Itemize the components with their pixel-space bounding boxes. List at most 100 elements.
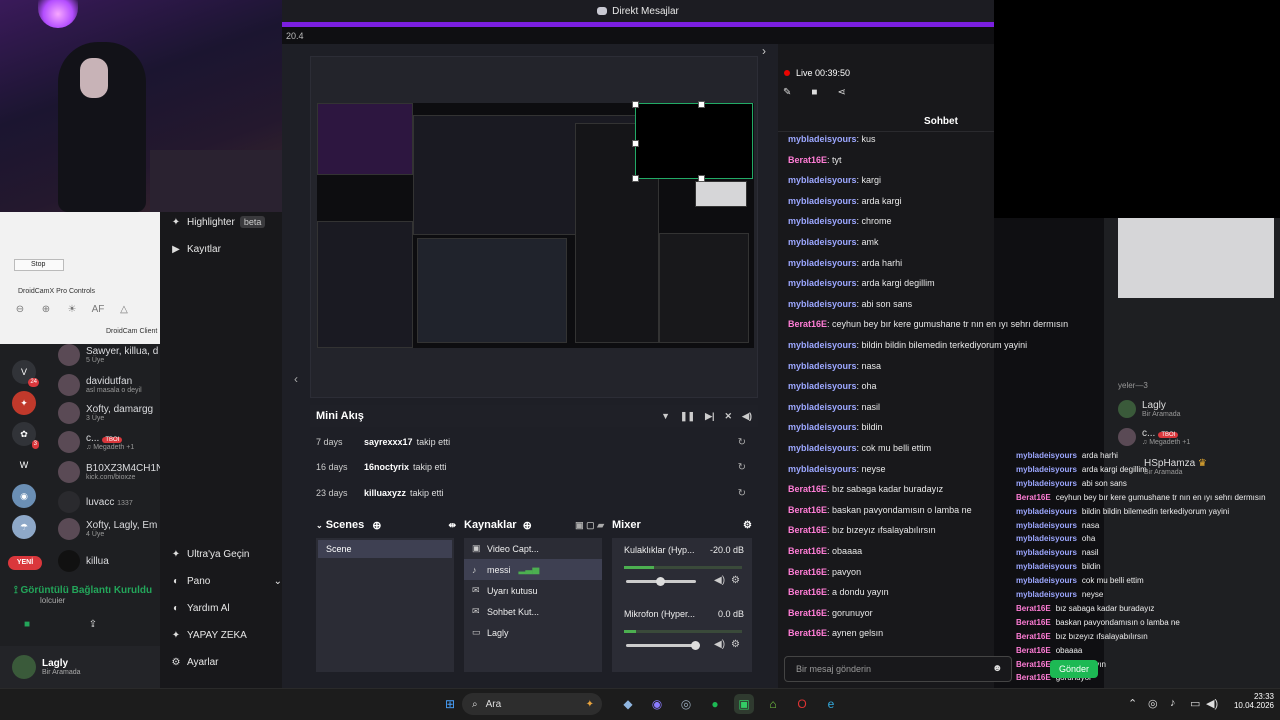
scene-item[interactable]: Scene	[318, 540, 452, 558]
replay-icon[interactable]: ↻	[738, 437, 746, 448]
camera-icon[interactable]: ■	[14, 616, 40, 634]
server-icon[interactable]: W	[12, 453, 36, 477]
volume-slider[interactable]	[626, 577, 696, 586]
chat-username[interactable]: mybladeisyours	[788, 299, 857, 309]
emoji-icon[interactable]: ☻	[992, 663, 1003, 674]
nav-help[interactable]: ◐ Yardım Al	[170, 603, 230, 614]
slider-knob[interactable]	[656, 577, 665, 586]
dm-item[interactable]: Sawyer, killua, d5 Üye	[58, 344, 158, 366]
gear-icon[interactable]: ⚙	[731, 575, 740, 586]
member-item[interactable]: HSpHamza ♛ Bir Aramada	[1144, 458, 1207, 476]
user-panel[interactable]: Lagly Bir Aramada	[0, 646, 160, 688]
stop-button[interactable]: Stop	[14, 259, 64, 271]
source-item[interactable]: ✉ Uyarı kutusu	[464, 580, 602, 601]
chat-username[interactable]: mybladeisyours	[788, 381, 857, 391]
chat-username[interactable]: mybladeisyours	[788, 402, 857, 412]
nav-ultra[interactable]: ✦ Ultra'ya Geçin	[170, 549, 250, 560]
source-item[interactable]: ▭ Lagly	[464, 622, 602, 643]
chat-username[interactable]: mybladeisyours	[788, 216, 857, 226]
zoom-in-icon[interactable]: ⊕	[36, 300, 56, 320]
source-item[interactable]: ♪ messi ▂▃▅	[464, 559, 602, 580]
spotify-icon[interactable]: ●	[705, 694, 725, 714]
filter-icon[interactable]: ▼	[661, 411, 670, 422]
nav-settings[interactable]: ⚙ Ayarlar	[170, 657, 219, 668]
slider-knob[interactable]	[691, 641, 700, 650]
volume-slider[interactable]	[626, 641, 700, 650]
chat-username[interactable]: mybladeisyours	[788, 340, 857, 350]
chevron-up-icon[interactable]: ⌃	[1128, 697, 1137, 710]
chat-username[interactable]: Berat16E	[788, 608, 827, 618]
source-tools-icon[interactable]: ▣ ▢ ▰	[575, 520, 604, 531]
triangle-icon[interactable]: △	[114, 300, 134, 320]
chat-username[interactable]: Berat16E	[788, 546, 827, 556]
replay-icon[interactable]: ↻	[738, 462, 746, 473]
chat-username[interactable]: Berat16E	[788, 505, 827, 515]
resize-handle[interactable]	[698, 175, 705, 182]
brightness-icon[interactable]: ☀	[62, 300, 82, 320]
chat-username[interactable]: mybladeisyours	[788, 443, 857, 453]
chat-username[interactable]: mybladeisyours	[788, 134, 857, 144]
chevron-left-icon[interactable]: ‹	[294, 372, 298, 386]
chat-username[interactable]: mybladeisyours	[788, 258, 857, 268]
steam-icon[interactable]: ◎	[676, 694, 696, 714]
dm-item[interactable]: davidutfan asl masala o deyil	[58, 374, 142, 396]
send-button[interactable]: Gönder	[1050, 660, 1098, 678]
resize-handle[interactable]	[632, 175, 639, 182]
source-item[interactable]: ✉ Sohbet Kut...	[464, 601, 602, 622]
server-icon[interactable]: V 24	[12, 360, 39, 387]
tray-icon[interactable]: ◎	[1148, 697, 1158, 710]
stream-preview-thumbnail[interactable]	[1118, 218, 1274, 298]
opera-icon[interactable]: O	[792, 694, 812, 714]
chat-username[interactable]: Berat16E	[788, 525, 827, 535]
resize-handle[interactable]	[632, 101, 639, 108]
chat-username[interactable]: Berat16E	[788, 155, 827, 165]
add-scene-icon[interactable]: ⊕	[372, 519, 381, 532]
skip-icon[interactable]: ▶|	[705, 411, 714, 422]
chat-username[interactable]: mybladeisyours	[788, 196, 857, 206]
member-item[interactable]: c... TBOI ♫ Megadeth +1	[1118, 428, 1190, 446]
clock[interactable]: 23:33 10.04.2026	[1230, 692, 1274, 710]
volume-icon[interactable]: ◀)	[1206, 697, 1218, 710]
share-icon[interactable]: ⋖	[837, 87, 845, 98]
member-item[interactable]: Lagly Bir Aramada	[1118, 400, 1181, 418]
nav-highlighter[interactable]: ✦ Highlighter beta	[170, 216, 266, 228]
chat-username[interactable]: mybladeisyours	[788, 464, 857, 474]
edit-icon[interactable]: ✎	[783, 87, 791, 98]
add-source-icon[interactable]: ⊕	[523, 519, 532, 532]
server-icon[interactable]: ◉	[12, 484, 36, 508]
chat-username[interactable]: mybladeisyours	[788, 422, 857, 432]
dm-item[interactable]: Xofty, Lagly, Em 4 Üye	[58, 518, 157, 540]
resize-handle[interactable]	[698, 101, 705, 108]
chat-username[interactable]: mybladeisyours	[788, 278, 857, 288]
chat-username[interactable]: Berat16E	[788, 587, 827, 597]
server-icon[interactable]: ✦	[12, 391, 36, 415]
chat-username[interactable]: mybladeisyours	[788, 361, 857, 371]
dm-item[interactable]: c... TBOI ♫ Megadeth +1	[58, 431, 134, 453]
pause-icon[interactable]: ❚❚	[680, 411, 695, 422]
microphone-icon[interactable]: ♪	[1170, 697, 1176, 709]
nav-dashboard[interactable]: ◐ Pano ⌄	[170, 576, 282, 587]
speaker-icon[interactable]: ◀)	[714, 575, 725, 586]
nav-ai[interactable]: ✦ YAPAY ZEKA	[170, 630, 247, 641]
gear-icon[interactable]: ⚙	[743, 520, 752, 531]
source-item[interactable]: ▣ Video Capt...	[464, 538, 602, 559]
chevron-right-icon[interactable]: ›	[762, 44, 766, 58]
network-icon[interactable]: ▭	[1190, 697, 1200, 710]
replay-icon[interactable]: ↻	[738, 488, 746, 499]
taskbar-search[interactable]: ⌕ Ara ✦	[462, 693, 602, 715]
chat-input[interactable]: Bir mesaj gönderin	[784, 656, 1012, 682]
streaming-app-icon[interactable]: ▣	[734, 694, 754, 714]
chat-username[interactable]: Berat16E	[788, 628, 827, 638]
dm-item[interactable]: killua	[58, 550, 109, 572]
mute-icon[interactable]: ✕	[725, 411, 733, 422]
screen-share-icon[interactable]: ⇪	[80, 616, 106, 634]
chat-username[interactable]: Berat16E	[788, 484, 827, 494]
chevron-down-icon[interactable]: ⌄	[316, 521, 323, 530]
resize-handle[interactable]	[632, 140, 639, 147]
server-icon[interactable]: ✿ 3	[12, 422, 39, 449]
dm-item[interactable]: B10XZ3M4CH1N kick.com/bioxze	[58, 461, 163, 483]
chat-username[interactable]: mybladeisyours	[788, 237, 857, 247]
volume-icon[interactable]: ◀)	[742, 411, 752, 422]
chat-username[interactable]: mybladeisyours	[788, 175, 857, 185]
chat-username[interactable]: Berat16E	[788, 567, 827, 577]
